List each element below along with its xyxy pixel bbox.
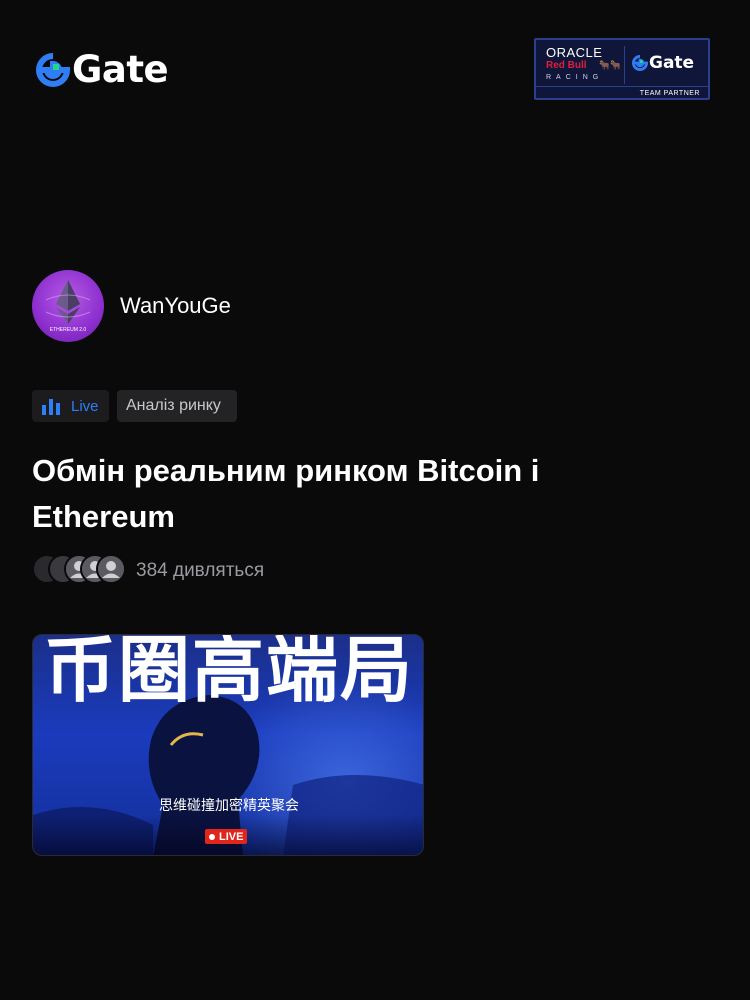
- partner-footer-text: TEAM PARTNER: [639, 90, 700, 97]
- partner-redbull-text: Red Bull: [546, 60, 587, 71]
- category-tag-label: Аналіз ринку: [126, 397, 221, 414]
- viewers-count: 384 дивляться: [136, 560, 265, 581]
- stream-title: Обмін реальним ринком Bitcoin і Ethereum: [32, 453, 540, 534]
- thumbnail-headline: 币圈高端局: [43, 634, 414, 712]
- partner-divider: [624, 46, 625, 84]
- category-tag[interactable]: Аналіз ринку: [117, 390, 237, 422]
- thumbnail-subtitle: 思维碰撞加密精英聚会: [159, 797, 299, 813]
- avatar-caption: ETHEREUM 2.0: [49, 327, 87, 333]
- live-tag[interactable]: Live: [32, 390, 109, 422]
- live-dot-icon: [209, 833, 215, 840]
- author-avatar[interactable]: ETHEREUM 2.0: [32, 270, 104, 342]
- viewer-avatar: [96, 554, 126, 584]
- stream-thumbnail[interactable]: 币圈高端局 思维碰撞加密精英聚会 LIVE: [32, 634, 424, 856]
- author-name[interactable]: WanYouGe: [120, 292, 231, 320]
- live-tag-label: Live: [71, 397, 99, 415]
- gate-logo-text: Gate: [72, 48, 169, 91]
- bar-chart-icon: [42, 399, 60, 415]
- partner-gate-text: Gate: [649, 53, 695, 73]
- gate-logo[interactable]: Gate: [36, 48, 169, 91]
- redbull-logo-icon: 🐂🐂: [599, 60, 622, 70]
- user-avatar-icon: [98, 556, 124, 582]
- team-partner-badge: ORACLE Red Bull 🐂🐂 RACING Gate TEAM PART…: [534, 38, 710, 100]
- gate-logo-icon: [36, 53, 70, 87]
- partner-oracle-text: ORACLE: [546, 45, 603, 60]
- live-badge: LIVE: [205, 829, 248, 844]
- partner-gate-logo: Gate: [632, 53, 694, 73]
- gate-logo-icon: [632, 55, 648, 71]
- live-badge-label: LIVE: [219, 830, 244, 843]
- partner-racing-text: RACING: [546, 74, 604, 81]
